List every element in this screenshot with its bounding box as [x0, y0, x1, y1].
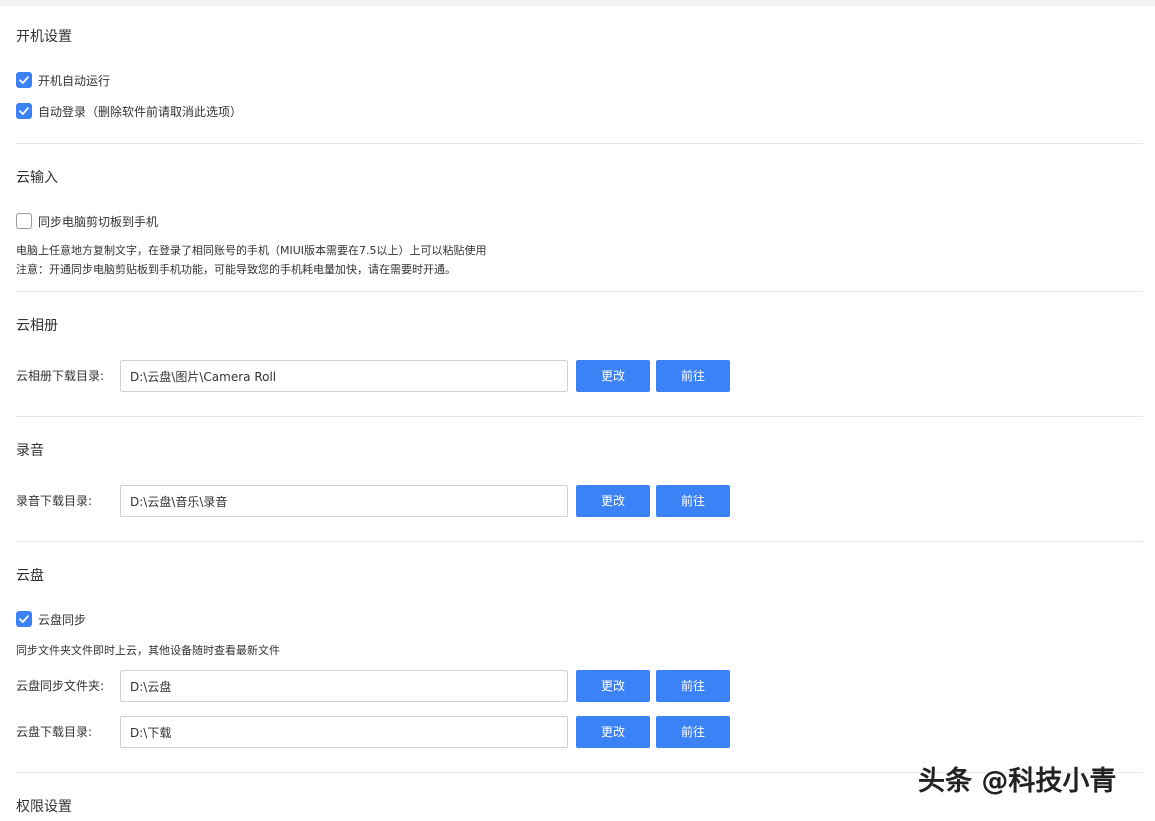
section-title-recording: 录音 — [16, 443, 44, 459]
section-title-cloud-album: 云相册 — [16, 318, 58, 334]
checkmark-icon — [19, 615, 29, 623]
album-change-button[interactable]: 更改 — [576, 360, 650, 392]
album-download-dir-input[interactable] — [120, 360, 568, 392]
drive-download-dir-label: 云盘下载目录: — [16, 725, 93, 739]
recording-goto-button[interactable]: 前往 — [656, 485, 730, 517]
recording-download-dir-label: 录音下载目录: — [16, 494, 93, 508]
sync-folder-goto-button[interactable]: 前往 — [656, 670, 730, 702]
section-title-permissions: 权限设置 — [16, 799, 72, 815]
cloud-sync-description: 同步文件夹文件即时上云，其他设备随时查看最新文件 — [16, 644, 280, 657]
divider — [16, 291, 1143, 292]
sync-folder-input[interactable] — [120, 670, 568, 702]
divider — [16, 143, 1143, 144]
section-title-cloud-input: 云输入 — [16, 170, 58, 186]
checkmark-icon — [19, 107, 29, 115]
cloud-sync-option[interactable]: 云盘同步 — [16, 611, 86, 627]
top-strip — [0, 0, 1155, 6]
divider — [16, 541, 1143, 542]
section-title-startup: 开机设置 — [16, 29, 72, 45]
drive-download-goto-button[interactable]: 前往 — [656, 716, 730, 748]
album-goto-button[interactable]: 前往 — [656, 360, 730, 392]
cloud-sync-label: 云盘同步 — [38, 612, 87, 627]
recording-download-dir-input[interactable] — [120, 485, 568, 517]
recording-change-button[interactable]: 更改 — [576, 485, 650, 517]
autorun-checkbox[interactable] — [16, 72, 32, 88]
sync-clipboard-label: 同步电脑剪切板到手机 — [38, 214, 159, 229]
cloud-input-description: 电脑上任意地方复制文字，在登录了相同账号的手机（MIUI版本需要在7.5以上）上… — [16, 244, 487, 257]
cloud-input-notice: 注意：开通同步电脑剪贴板到手机功能，可能导致您的手机耗电量加快，请在需要时开通。 — [16, 263, 456, 276]
album-download-dir-label: 云相册下载目录: — [16, 369, 105, 383]
autorun-option[interactable]: 开机自动运行 — [16, 72, 110, 88]
section-title-cloud-drive: 云盘 — [16, 568, 44, 584]
watermark: 头条 @科技小青 — [918, 766, 1117, 797]
drive-download-dir-input[interactable] — [120, 716, 568, 748]
sync-folder-label: 云盘同步文件夹: — [16, 679, 105, 693]
autorun-label: 开机自动运行 — [38, 73, 111, 88]
sync-folder-change-button[interactable]: 更改 — [576, 670, 650, 702]
cloud-sync-checkbox[interactable] — [16, 611, 32, 627]
autologin-checkbox[interactable] — [16, 103, 32, 119]
autologin-label: 自动登录（删除软件前请取消此选项） — [38, 104, 243, 119]
drive-download-change-button[interactable]: 更改 — [576, 716, 650, 748]
sync-clipboard-option[interactable]: 同步电脑剪切板到手机 — [16, 213, 158, 229]
checkmark-icon — [19, 76, 29, 84]
autologin-option[interactable]: 自动登录（删除软件前请取消此选项） — [16, 103, 242, 119]
sync-clipboard-checkbox[interactable] — [16, 213, 32, 229]
divider — [16, 416, 1143, 417]
